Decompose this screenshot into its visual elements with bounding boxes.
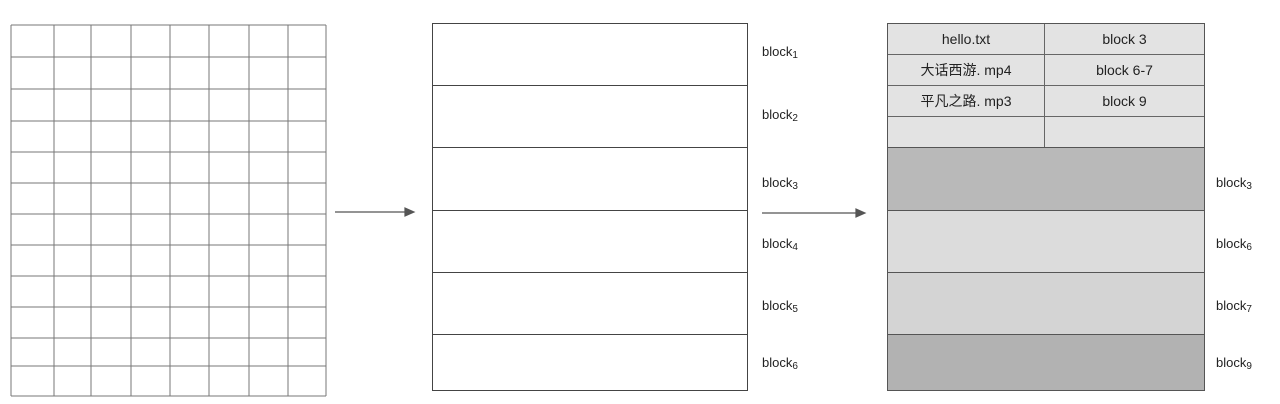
file-name-cell: 大话西游. mp4 [888,55,1045,85]
file-name-cell: hello.txt [888,24,1045,54]
data-block-label: block7 [1216,298,1252,315]
middle-block [432,272,748,335]
block-label: block4 [762,236,798,253]
middle-block [432,147,748,211]
file-name-cell [888,117,1045,147]
middle-block [432,23,748,86]
data-block [887,334,1205,391]
middle-block [432,85,748,148]
data-block-label: block9 [1216,355,1252,372]
block-range-cell: block 6-7 [1096,62,1153,78]
middle-block [432,334,748,391]
data-block-label: block6 [1216,236,1252,253]
arrow-head-2 [855,208,867,218]
data-block [887,210,1205,273]
arrow-head-1 [404,207,416,217]
table-row [888,117,1204,147]
file-table: hello.txt block 3 大话西游. mp4 block 6-7 平凡… [887,23,1205,148]
data-block-label: block3 [1216,175,1252,192]
block-range-cell: block 3 [1102,31,1147,47]
block-label: block1 [762,44,798,61]
middle-block [432,210,748,273]
file-name-cell: 平凡之路. mp3 [888,86,1045,116]
block-range-cell [1045,117,1204,147]
block-label: block5 [762,298,798,315]
table-row: 平凡之路. mp3 block 9 [888,86,1204,117]
block-label: block3 [762,175,798,192]
data-block [887,272,1205,335]
table-row: 大话西游. mp4 block 6-7 [888,55,1204,86]
data-block [887,147,1205,211]
block-label: block6 [762,355,798,372]
block-range-cell: block 9 [1102,93,1147,109]
table-row: hello.txt block 3 [888,24,1204,55]
block-label: block2 [762,107,798,124]
